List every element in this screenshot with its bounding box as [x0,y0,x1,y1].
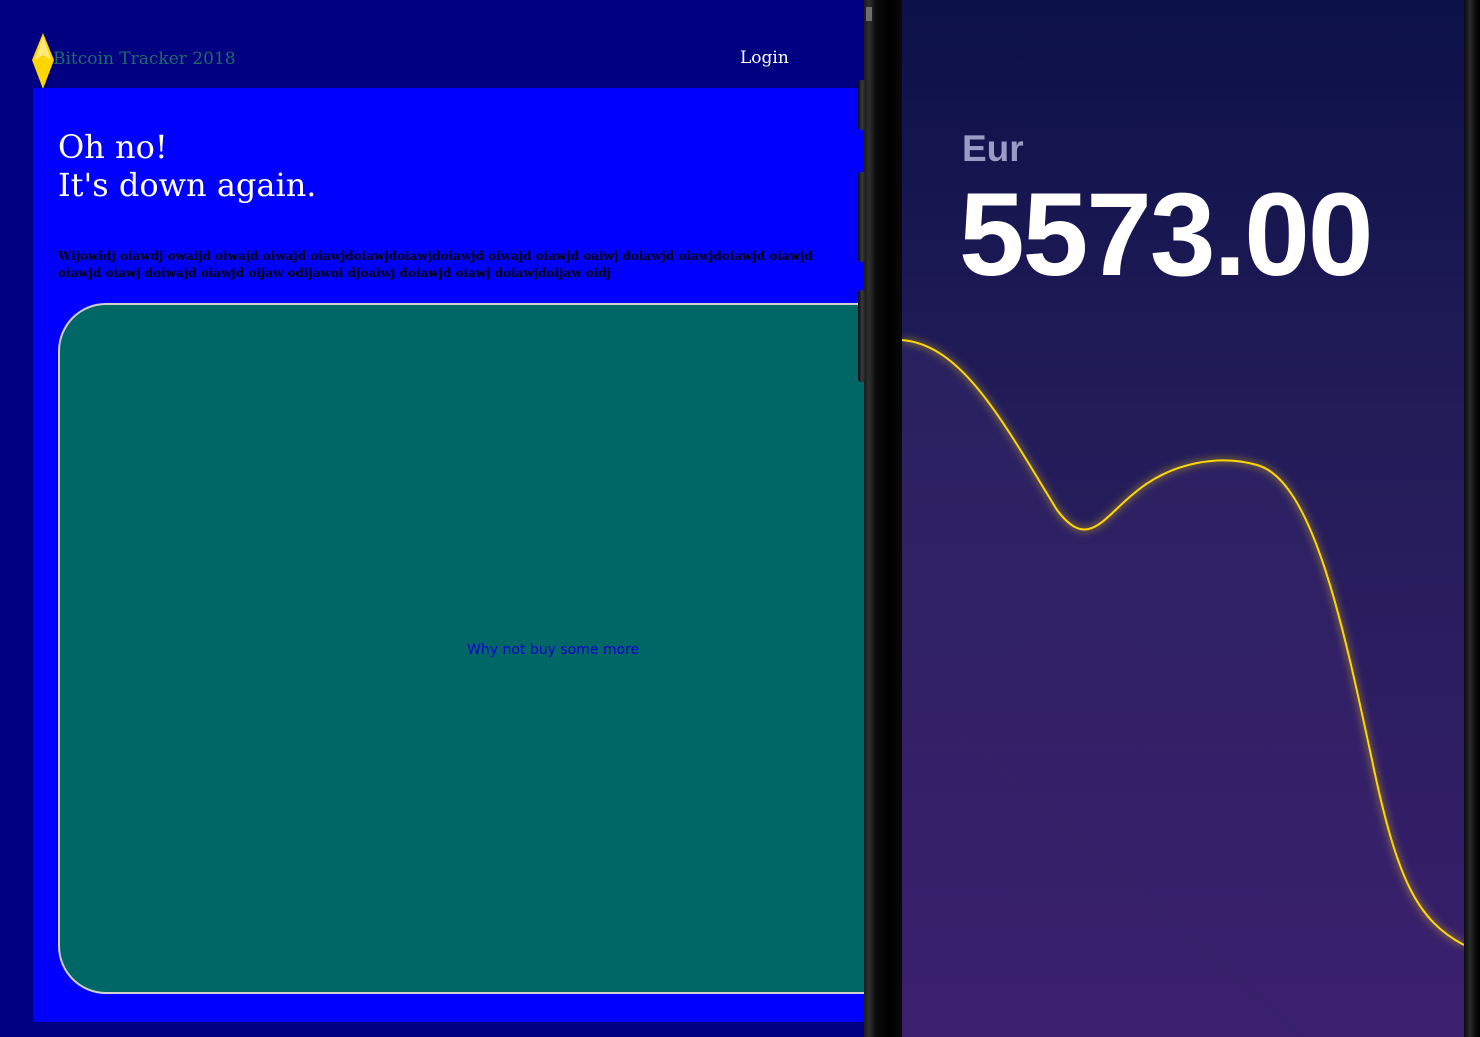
price-value: 5573.00 [959,169,1374,301]
web-page: Bitcoin Tracker 2018 Login Oh no! It's d… [0,0,866,1037]
phone-screen: Eur 5573.00 [902,0,1464,1037]
brand-title[interactable]: Bitcoin Tracker 2018 [53,49,236,69]
device-edge-right [1464,0,1480,1037]
promo-card: Why not buy some more [58,303,866,994]
screen: Bitcoin Tracker 2018 Login Oh no! It's d… [0,0,1480,1037]
currency-label: Eur [962,128,1024,169]
page-headline: Oh no! It's down again. [58,128,316,204]
device-notch [866,7,872,21]
hero-section: Oh no! It's down again. Wijowidj oiawdj … [33,88,866,1022]
headline-line-1: Oh no! [58,128,168,166]
volume-down-button [858,290,866,382]
body-text: Wijowidj oiawdj owaijd oiwajd oiwajd oia… [58,248,863,282]
diamond-logo-icon[interactable] [32,33,54,89]
volume-up-button [858,172,866,262]
login-link[interactable]: Login [740,48,789,68]
headline-line-2: It's down again. [58,166,317,204]
body-text-line-2: oiawjd oiawj doiwajd oiawjd oijaw odijaw… [58,266,611,280]
chart-area-fill [902,340,1464,1037]
body-text-line-1: Wijowidj oiawdj owaijd oiwajd oiwajd oia… [58,249,813,263]
mute-switch [858,80,866,130]
buy-more-link[interactable]: Why not buy some more [467,642,639,658]
device-bezel [864,0,902,1037]
